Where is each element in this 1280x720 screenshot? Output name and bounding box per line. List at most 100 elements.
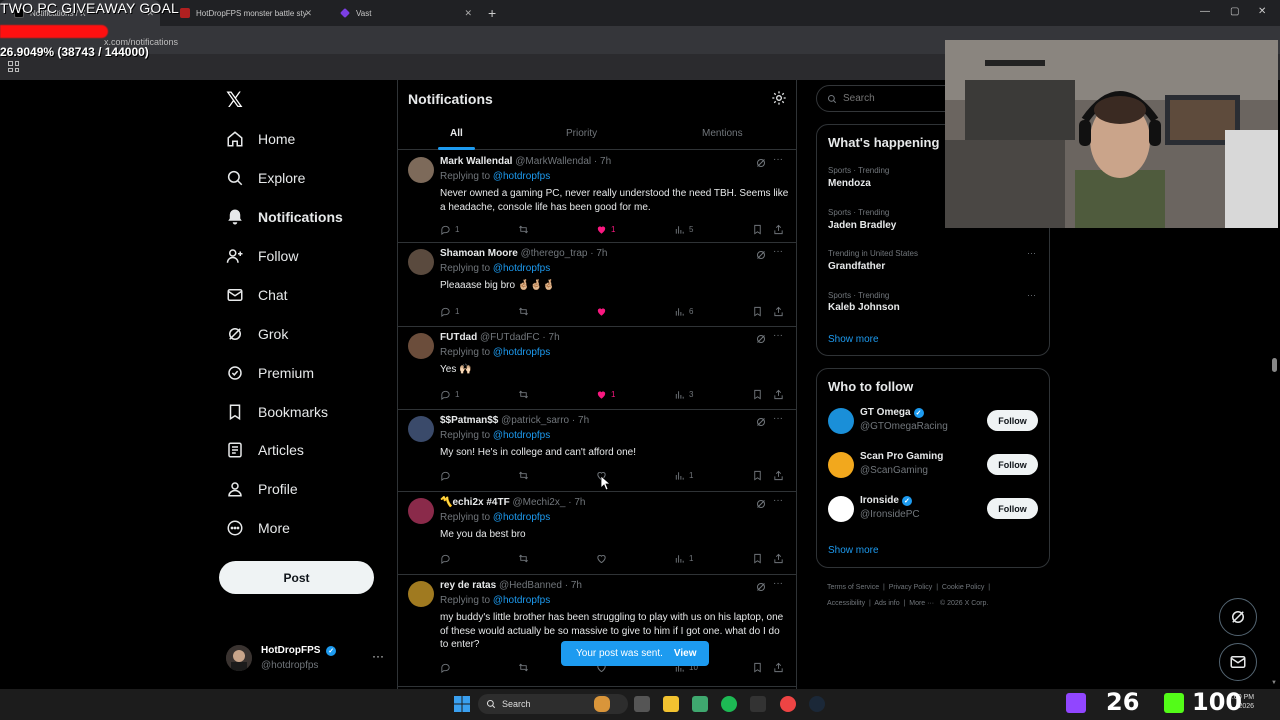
author-handle[interactable]: @therego_trap (521, 248, 588, 259)
messages-float-button[interactable] (1219, 643, 1257, 681)
tweet-time[interactable]: 7h (600, 156, 611, 167)
like-button[interactable] (596, 306, 611, 317)
more-icon[interactable]: ··· (1027, 248, 1036, 258)
suggestion-name[interactable]: Ironside ✓ (860, 495, 912, 506)
trend-item[interactable]: Jaden Bradley (828, 220, 896, 231)
tab-priority[interactable]: Priority (566, 128, 597, 139)
follow-suggestion[interactable]: GT Omega ✓ @GTOmegaRacing Follow (828, 406, 1043, 438)
follow-button[interactable]: Follow (987, 454, 1038, 475)
close-tab-icon[interactable]: ✕ (464, 8, 472, 19)
avatar[interactable] (828, 452, 854, 478)
follow-button[interactable]: Follow (987, 410, 1038, 431)
share-button[interactable] (773, 470, 788, 481)
notification-tweet[interactable]: $$Patman$$ @patrick_sarro · 7h Replying t… (398, 410, 796, 492)
steam-icon[interactable] (809, 696, 825, 712)
browser-tab-hotdrop[interactable]: HotDropFPS monster battle style ✕ (166, 0, 318, 26)
close-tab-icon[interactable]: ✕ (304, 8, 312, 19)
views-button[interactable]: 1 (674, 553, 693, 564)
more-icon[interactable]: ··· (1027, 290, 1036, 300)
x-logo-icon[interactable]: 𝕏 (226, 88, 246, 112)
like-button[interactable] (596, 553, 611, 564)
mention-link[interactable]: @hotdropfps (493, 512, 550, 523)
grok-icon[interactable] (755, 498, 767, 510)
nav-more[interactable]: More (224, 514, 290, 542)
suggestion-name[interactable]: GT Omega ✓ (860, 407, 924, 418)
retweet-button[interactable] (518, 470, 533, 481)
share-button[interactable] (773, 553, 788, 564)
nav-notifications[interactable]: Notifications (224, 203, 343, 231)
notification-tweet[interactable]: Mark Wallendal @MarkWallendal · 7h Replyi… (398, 151, 796, 243)
nav-grok[interactable]: Grok (224, 320, 288, 348)
author-name[interactable]: $$Patman$$ (440, 415, 498, 426)
toast-view-link[interactable]: View (674, 648, 697, 659)
author-name[interactable]: 〽️echi2x #4TF (440, 497, 510, 508)
nav-premium[interactable]: Premium (224, 359, 314, 387)
views-button[interactable]: 3 (674, 389, 693, 400)
like-button[interactable]: 1 (596, 224, 615, 235)
retweet-button[interactable] (518, 306, 533, 317)
avatar[interactable] (408, 333, 434, 359)
avatar[interactable] (408, 581, 434, 607)
new-tab-button[interactable]: + (488, 5, 496, 21)
reply-button[interactable] (440, 553, 455, 564)
nav-bookmarks[interactable]: Bookmarks (224, 398, 328, 426)
search-input[interactable] (843, 93, 943, 104)
follow-suggestion[interactable]: Scan Pro Gaming @ScanGaming Follow (828, 450, 1043, 482)
like-button[interactable]: 1 (596, 389, 615, 400)
tab-all[interactable]: All (450, 128, 463, 139)
more-icon[interactable]: ··· (773, 578, 783, 589)
share-button[interactable] (773, 389, 788, 400)
retweet-button[interactable] (518, 224, 533, 235)
nav-profile[interactable]: Profile (224, 475, 298, 503)
close-window-icon[interactable]: ✕ (1258, 6, 1266, 17)
avatar[interactable] (408, 157, 434, 183)
footer-link[interactable]: Ads info (874, 600, 899, 607)
search-box[interactable] (816, 85, 966, 112)
author-name[interactable]: rey de ratas (440, 580, 496, 591)
mention-link[interactable]: @hotdropfps (493, 263, 550, 274)
nav-chat[interactable]: Chat (224, 281, 288, 309)
avatar[interactable] (828, 408, 854, 434)
task-view-icon[interactable] (634, 696, 650, 712)
nav-home[interactable]: Home (224, 125, 295, 153)
more-icon[interactable]: ··· (773, 330, 783, 341)
minimize-icon[interactable]: — (1200, 6, 1210, 17)
views-button[interactable]: 5 (674, 224, 693, 235)
notepad-icon[interactable] (692, 696, 708, 712)
notification-tweet[interactable]: Shamoan Moore @therego_trap · 7h Replying… (398, 243, 796, 327)
tweet-time[interactable]: 7h (549, 332, 560, 343)
tab-mentions[interactable]: Mentions (702, 128, 743, 139)
bookmark-button[interactable] (752, 306, 767, 317)
apps-grid-icon[interactable] (8, 61, 19, 72)
notification-tweet[interactable]: 〽️echi2x #4TF @Mechi2x_ · 7h Replying to … (398, 492, 796, 575)
author-name[interactable]: FUTdad (440, 332, 477, 343)
tweet-time[interactable]: 7h (596, 248, 607, 259)
show-more-link[interactable]: Show more (828, 334, 879, 345)
reply-button[interactable]: 1 (440, 224, 459, 235)
tweet-time[interactable]: 7h (574, 497, 585, 508)
mention-link[interactable]: @hotdropfps (493, 430, 550, 441)
account-switcher[interactable]: HotDropFPS ✓ @hotdropfps ··· (226, 643, 386, 675)
post-button[interactable]: Post (219, 561, 374, 594)
reply-button[interactable] (440, 470, 455, 481)
mention-link[interactable]: @hotdropfps (493, 171, 550, 182)
notification-tweet[interactable]: FUTdad @FUTdadFC · 7h Replying to @hotdro… (398, 327, 796, 410)
grok-float-button[interactable] (1219, 598, 1257, 636)
follow-suggestion[interactable]: Ironside ✓ @IronsidePC Follow (828, 494, 1043, 526)
more-icon[interactable]: ··· (773, 154, 783, 165)
maximize-icon[interactable]: ▢ (1230, 6, 1239, 17)
views-button[interactable]: 1 (674, 470, 693, 481)
avatar[interactable] (828, 496, 854, 522)
reply-button[interactable]: 1 (440, 389, 459, 400)
footer-link[interactable]: Privacy Policy (889, 584, 933, 591)
bookmark-button[interactable] (752, 224, 767, 235)
footer-link[interactable]: Accessibility (827, 600, 865, 607)
author-handle[interactable]: @MarkWallendal (515, 156, 591, 167)
author-handle[interactable]: @patrick_sarro (501, 415, 569, 426)
share-button[interactable] (773, 306, 788, 317)
browser-tab-vast[interactable]: Vast ✕ (326, 0, 478, 26)
taskbar-widget-icon[interactable] (594, 696, 610, 712)
gear-icon[interactable] (771, 90, 787, 106)
bookmark-button[interactable] (752, 662, 767, 673)
twitch-icon[interactable] (1066, 693, 1086, 713)
